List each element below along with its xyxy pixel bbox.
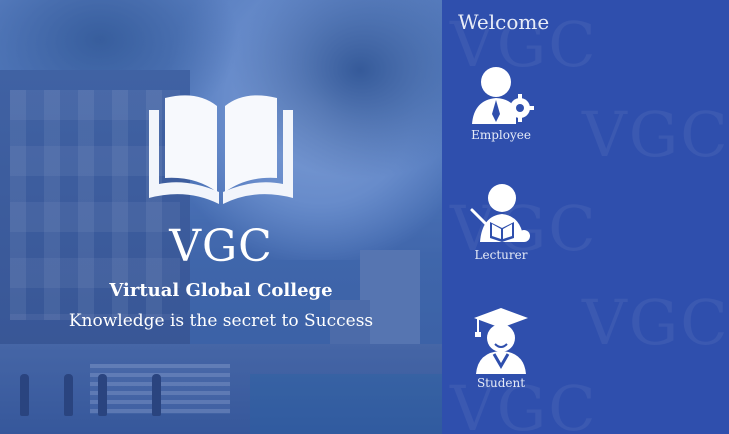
- lecturer-button[interactable]: Lecturer: [462, 182, 540, 262]
- hero-overlay: [0, 0, 442, 434]
- role-panel: VGC VGC VGC VGC VGC Welcome Employee Lec…: [442, 0, 729, 434]
- book-logo-icon: [147, 92, 295, 206]
- student-label: Student: [476, 376, 526, 390]
- employee-button[interactable]: Employee: [462, 64, 540, 142]
- welcome-heading: Welcome: [458, 10, 550, 34]
- employee-icon: [472, 67, 534, 124]
- watermark-text: VGC: [582, 98, 729, 171]
- brand-name: Virtual Global College: [109, 280, 333, 301]
- brand-tagline: Knowledge is the secret to Success: [68, 311, 374, 331]
- student-icon: [474, 308, 528, 374]
- brand-short: VGC: [169, 221, 273, 272]
- employee-label: Employee: [471, 128, 531, 142]
- lecturer-icon: [470, 184, 530, 242]
- lecturer-label: Lecturer: [474, 248, 528, 262]
- watermark-text: VGC: [582, 286, 729, 359]
- student-button[interactable]: Student: [462, 304, 540, 390]
- hero-panel: VGC Virtual Global College Knowledge is …: [0, 0, 442, 434]
